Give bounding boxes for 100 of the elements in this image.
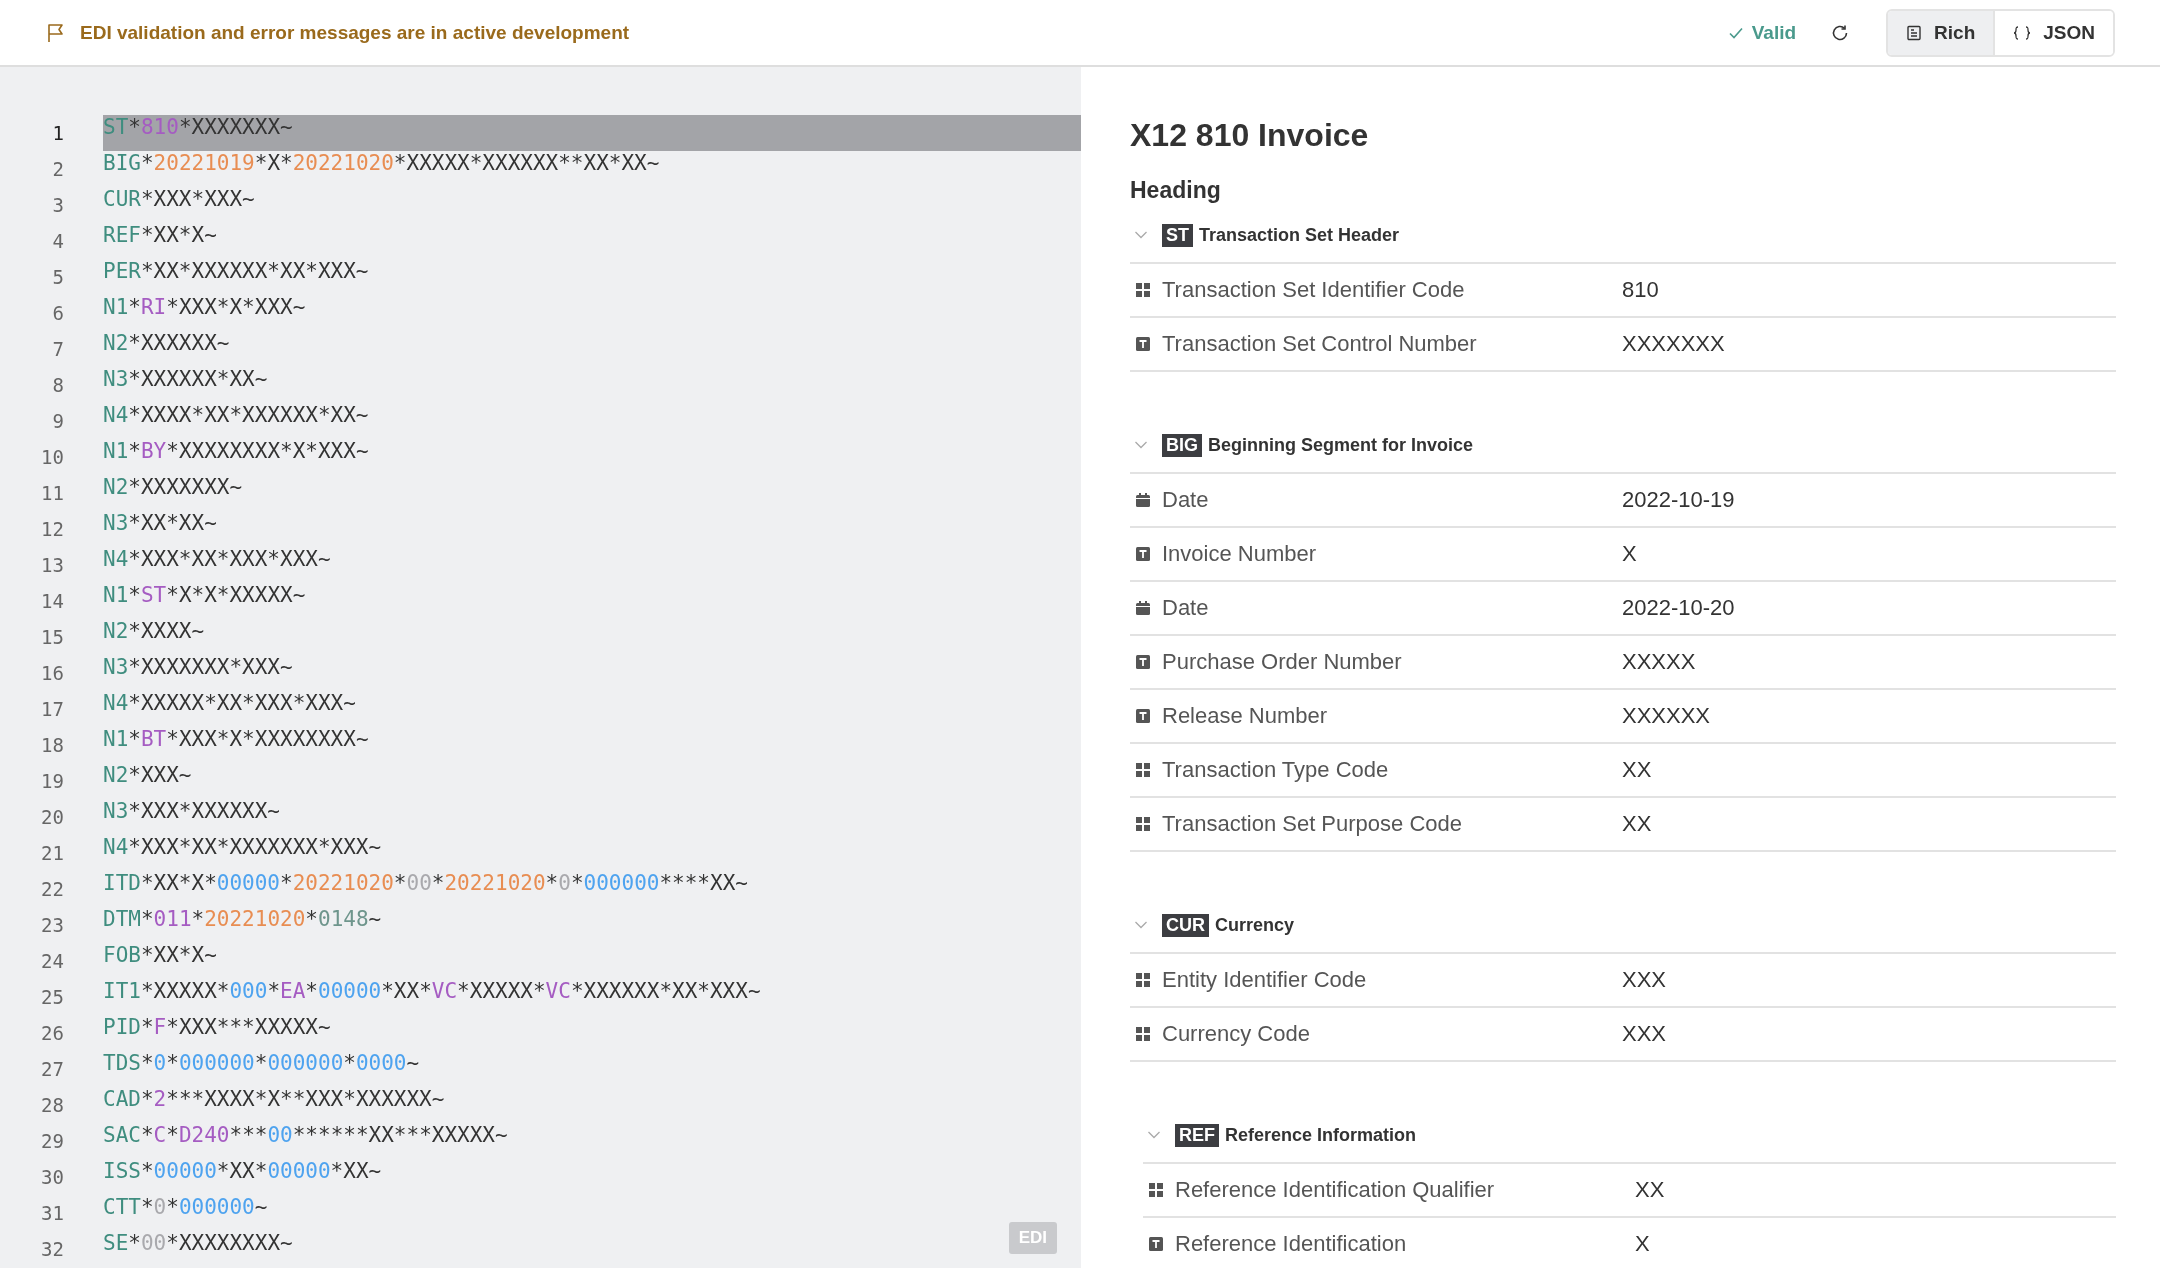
field-value: 810 [1622,277,1659,303]
code-line: ISS*00000*XX*00000*XX~ [103,1159,382,1185]
field-value: XXX [1622,1021,1667,1047]
line-number: 31 [40,1202,64,1224]
field-value: 2022-10-20 [1622,595,1735,621]
code-line: TDS*0*000000*000000*0000~ [103,1051,420,1077]
line-number: 10 [40,446,64,468]
line-number: 30 [40,1166,64,1188]
code-line: N2*XXXX~ [103,619,205,645]
field-label: Release Number [1162,703,1329,729]
code-line: IT1*XXXXX*000*EA*00000*XX*VC*XXXXX*VC*XXXXXX*XX*XXX~ [103,979,761,1005]
code-line: N4*XXX*XX*XXXXXXX*XXX~ [103,835,382,861]
code-line: N1*ST*X*X*XXXXX~ [103,583,306,609]
code-line: N2*XXXXXX~ [103,331,230,357]
field-label: Transaction Set Identifier Code [1162,277,1466,303]
view-tab[interactable]: Rich [1888,10,1994,55]
code-line: N4*XXXX*XX*XXXXXX*XX~ [103,403,369,429]
code-line: SE*00*XXXXXXXX~ [103,1231,293,1257]
field-value: XXXXX [1622,649,1696,675]
code-line: SAC*C*D240***00******XX***XXXXX~ [103,1123,508,1149]
line-number: 12 [40,518,64,540]
field-label: Invoice Number [1162,541,1318,567]
line-number: 26 [40,1022,64,1044]
grid-icon [1136,973,1150,987]
code-line: N1*RI*XXX*X*XXX~ [103,295,306,321]
line-number: 20 [40,806,64,828]
line-number: 19 [40,770,64,792]
calendar-icon [1136,493,1150,507]
field-value: XX [1622,811,1652,837]
code-line: DTM*011*20221020*0148~ [103,907,382,933]
code-line: N4*XXXXX*XX*XXX*XXX~ [103,691,356,717]
text-type-icon [1136,547,1150,561]
field-value: XX [1635,1177,1665,1203]
line-number: 6 [51,302,64,324]
code-line: N1*BT*XXX*X*XXXXXXXX~ [103,727,369,753]
code-line: N2*XXX~ [103,763,192,789]
line-number: 23 [40,914,64,936]
line-number: 4 [51,230,64,252]
field-value: XXX [1622,967,1667,993]
field-label: Reference Identification Qualifier [1175,1177,1496,1203]
line-number: 29 [40,1130,64,1152]
line-number: 9 [51,410,64,432]
line-number: 22 [40,878,64,900]
field-value: X [1622,541,1637,567]
chevron-icon[interactable] [1134,920,1148,930]
segment-name: Reference Information [1225,1124,1417,1146]
field-value: XXXXXX [1622,703,1711,729]
code-line: REF*XX*X~ [103,223,217,249]
line-number: 13 [40,554,64,576]
field-label: Date [1162,595,1210,621]
line-number: 5 [51,266,64,288]
text-type-icon [1136,655,1150,669]
field-value: X [1635,1231,1650,1257]
chevron-icon[interactable] [1134,230,1148,240]
code-line: N4*XXX*XX*XXX*XXX~ [103,547,331,573]
view-tab[interactable]: JSON [1993,10,2113,55]
line-number: 16 [40,662,64,684]
grid-icon [1136,1027,1150,1041]
code-line: FOB*XX*X~ [103,943,217,969]
text-type-icon [1149,1237,1163,1251]
segment-name: Beginning Segment for Invoice [1208,434,1474,456]
field-label: Purchase Order Number [1162,649,1403,675]
field-value: XXXXXXX [1622,331,1725,357]
segment-tag: ST [1162,223,1193,247]
line-number: 28 [40,1094,64,1116]
document-icon [1906,24,1923,41]
segment-tag: BIG [1162,433,1202,457]
line-number: 25 [40,986,64,1008]
segment-name: Transaction Set Header [1199,224,1400,246]
chevron-icon[interactable] [1147,1130,1161,1140]
braces-icon [2013,24,2032,41]
grid-icon [1136,763,1150,777]
line-number: 1 [51,122,64,144]
line-number: 32 [40,1238,64,1260]
line-number: 27 [40,1058,64,1080]
code-line: N2*XXXXXXX~ [103,475,243,501]
grid-icon [1149,1183,1163,1197]
field-label: Reference Identification [1175,1231,1408,1257]
grid-icon [1136,817,1150,831]
grid-icon [1136,283,1150,297]
code-line: N3*XXXXXXX*XXX~ [103,655,293,681]
document-title: X12 810 Invoice [1130,117,1370,154]
chevron-icon[interactable] [1134,440,1148,450]
line-number: 8 [51,374,64,396]
calendar-icon [1136,601,1150,615]
field-value: 2022-10-19 [1622,487,1735,513]
line-number: 11 [40,482,64,504]
field-label: Transaction Set Purpose Code [1162,811,1464,837]
code-line: PER*XX*XXXXXX*XX*XXX~ [103,259,369,285]
line-number: 3 [51,194,64,216]
flag-icon [46,22,66,43]
code-line: CAD*2***XXXX*X**XXX*XXXXXX~ [103,1087,445,1113]
line-number: 15 [40,626,64,648]
text-type-icon [1136,709,1150,723]
segment-tag: CUR [1162,913,1209,937]
code-line: CUR*XXX*XXX~ [103,187,255,213]
line-number: 14 [40,590,64,612]
line-number: 7 [51,338,64,360]
segment-name: Currency [1215,914,1295,936]
line-number: 18 [40,734,64,756]
